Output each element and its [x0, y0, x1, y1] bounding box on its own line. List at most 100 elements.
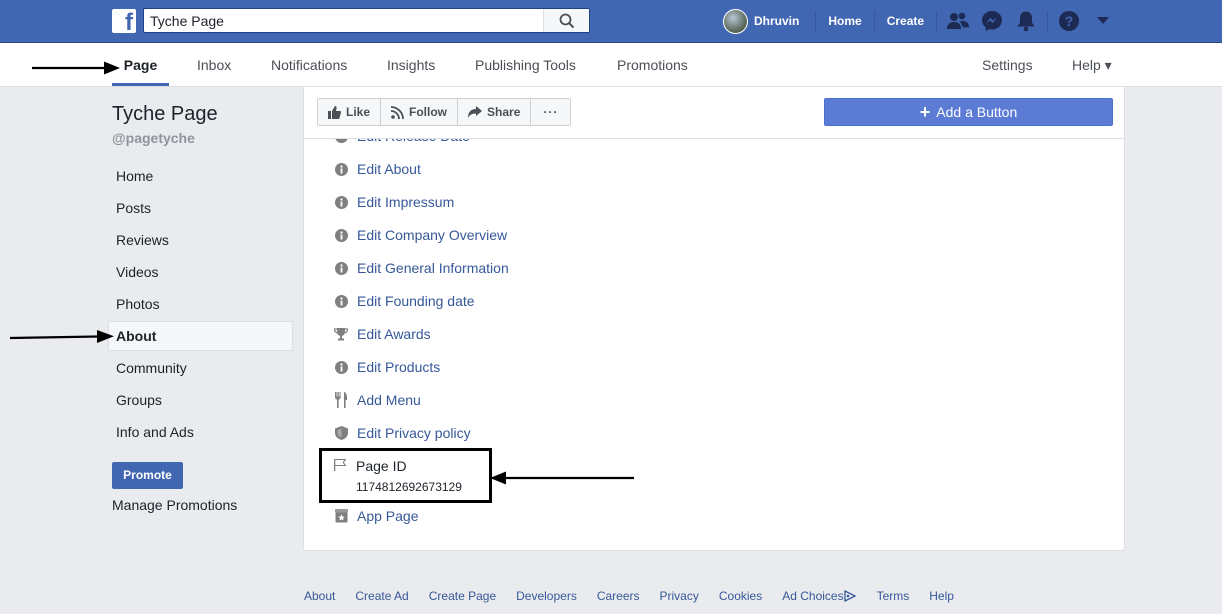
ad-choices-label: Ad Choices: [782, 589, 844, 603]
sidebar-item-videos[interactable]: Videos: [108, 257, 293, 287]
page-action-bar: Like Follow Share ··· + Add a Button: [304, 87, 1124, 139]
notifications-button[interactable]: [1009, 0, 1043, 42]
edit-impressum-link[interactable]: Edit Impressum: [357, 194, 454, 210]
search-icon: [559, 13, 574, 28]
divider: [936, 11, 938, 31]
share-button[interactable]: Share: [458, 99, 532, 125]
annotation-arrow-page-tab: [32, 61, 120, 75]
footer-link-create-ad[interactable]: Create Ad: [355, 589, 408, 603]
about-list-item[interactable]: Edit Privacy policy: [333, 422, 471, 444]
promote-button[interactable]: Promote: [112, 462, 183, 489]
tab-promotions[interactable]: Promotions: [617, 43, 688, 86]
about-list-item[interactable]: Edit About: [333, 158, 421, 180]
flag-icon: [333, 458, 347, 475]
facebook-logo-icon[interactable]: f: [112, 9, 136, 33]
about-list-item[interactable]: Add Menu: [333, 389, 421, 411]
footer-link-about[interactable]: About: [304, 589, 335, 603]
home-link[interactable]: Home: [820, 14, 869, 28]
share-arrow-icon: [468, 106, 483, 118]
fork-knife-icon: [333, 392, 349, 408]
trophy-icon: [333, 326, 349, 342]
footer-link-privacy[interactable]: Privacy: [660, 589, 699, 603]
edit-products-link[interactable]: Edit Products: [357, 359, 440, 375]
annotation-arrow-page-id: [490, 471, 634, 485]
manage-promotions-link[interactable]: Manage Promotions: [112, 497, 237, 513]
about-list-item[interactable]: Edit General Information: [333, 257, 509, 279]
tab-inbox[interactable]: Inbox: [197, 43, 231, 86]
sidebar-item-photos[interactable]: Photos: [108, 289, 293, 319]
avatar[interactable]: [723, 8, 748, 34]
more-options-button[interactable]: ···: [531, 99, 570, 125]
svg-text:?: ?: [1065, 13, 1074, 29]
like-button[interactable]: Like: [318, 99, 382, 125]
page-nav: Page Inbox Notifications Insights Publis…: [0, 43, 1222, 87]
footer-link-cookies[interactable]: Cookies: [719, 589, 762, 603]
add-menu-link[interactable]: Add Menu: [357, 392, 421, 408]
info-icon: [333, 194, 349, 210]
about-list-item[interactable]: Edit Founding date: [333, 290, 475, 312]
edit-privacy-policy-link[interactable]: Edit Privacy policy: [357, 425, 471, 441]
sidebar-item-about[interactable]: About: [108, 321, 293, 351]
messenger-button[interactable]: [975, 0, 1009, 42]
footer-link-help[interactable]: Help: [929, 589, 954, 603]
divider: [1047, 11, 1049, 31]
edit-general-information-link[interactable]: Edit General Information: [357, 260, 509, 276]
create-link[interactable]: Create: [879, 14, 932, 28]
info-icon: [333, 227, 349, 243]
about-list-item[interactable]: Edit Company Overview: [333, 224, 507, 246]
edit-about-link[interactable]: Edit About: [357, 161, 421, 177]
search-input[interactable]: [144, 9, 544, 32]
shield-icon: [333, 425, 349, 441]
help-button[interactable]: ?: [1052, 0, 1086, 42]
page-id-highlight-box: [319, 448, 492, 503]
profile-link[interactable]: Dhruvin: [754, 14, 799, 28]
follow-button[interactable]: Follow: [381, 99, 459, 125]
page-handle[interactable]: @pagetyche: [112, 130, 195, 146]
sidebar-item-reviews[interactable]: Reviews: [108, 225, 293, 255]
about-list-item[interactable]: Edit Products: [333, 356, 440, 378]
bell-icon: [1017, 11, 1035, 32]
page-title[interactable]: Tyche Page: [112, 103, 218, 126]
like-label: Like: [346, 105, 371, 119]
sidebar-item-community[interactable]: Community: [108, 353, 293, 383]
top-bar: f Dhruvin Home Create ?: [0, 0, 1222, 43]
rss-icon: [391, 105, 404, 119]
edit-founding-date-link[interactable]: Edit Founding date: [357, 293, 475, 309]
about-list-item[interactable]: Edit Impressum: [333, 191, 454, 213]
tab-publishing-tools[interactable]: Publishing Tools: [475, 43, 576, 86]
sidebar-item-home[interactable]: Home: [108, 161, 293, 191]
settings-link[interactable]: Settings: [982, 43, 1033, 86]
ad-choices-icon-link[interactable]: [843, 589, 857, 603]
footer-link-terms[interactable]: Terms: [877, 589, 910, 603]
add-a-button[interactable]: + Add a Button: [824, 98, 1113, 126]
friend-requests-button[interactable]: [941, 0, 975, 42]
plus-icon: +: [919, 102, 931, 122]
divider: [873, 11, 875, 31]
info-icon: [333, 260, 349, 276]
app-page-link[interactable]: App Page: [357, 508, 419, 524]
tab-insights[interactable]: Insights: [387, 43, 435, 86]
ad-choices-icon: [843, 590, 857, 602]
tab-notifications[interactable]: Notifications: [271, 43, 347, 86]
more-dots-icon: ···: [543, 105, 559, 119]
footer-link-ad-choices[interactable]: Ad Choices: [782, 589, 843, 603]
edit-awards-link[interactable]: Edit Awards: [357, 326, 431, 342]
page-actions: Like Follow Share ···: [317, 98, 572, 126]
sidebar-item-info-and-ads[interactable]: Info and Ads: [108, 417, 293, 447]
search-box: [143, 8, 590, 33]
sidebar-item-groups[interactable]: Groups: [108, 385, 293, 415]
sidebar-item-posts[interactable]: Posts: [108, 193, 293, 223]
footer-link-create-page[interactable]: Create Page: [429, 589, 496, 603]
info-icon: [333, 293, 349, 309]
help-menu[interactable]: Help ▾: [1072, 43, 1112, 86]
edit-company-overview-link[interactable]: Edit Company Overview: [357, 227, 507, 243]
footer-link-developers[interactable]: Developers: [516, 589, 577, 603]
app-page-icon: [333, 508, 349, 524]
about-list-item[interactable]: Edit Awards: [333, 323, 431, 345]
app-page-item[interactable]: App Page: [333, 505, 419, 527]
footer-link-careers[interactable]: Careers: [597, 589, 640, 603]
account-menu-button[interactable]: [1086, 0, 1120, 42]
page-id-label: Page ID: [356, 458, 407, 474]
search-button[interactable]: [543, 9, 589, 32]
annotation-arrow-about: [9, 330, 114, 343]
